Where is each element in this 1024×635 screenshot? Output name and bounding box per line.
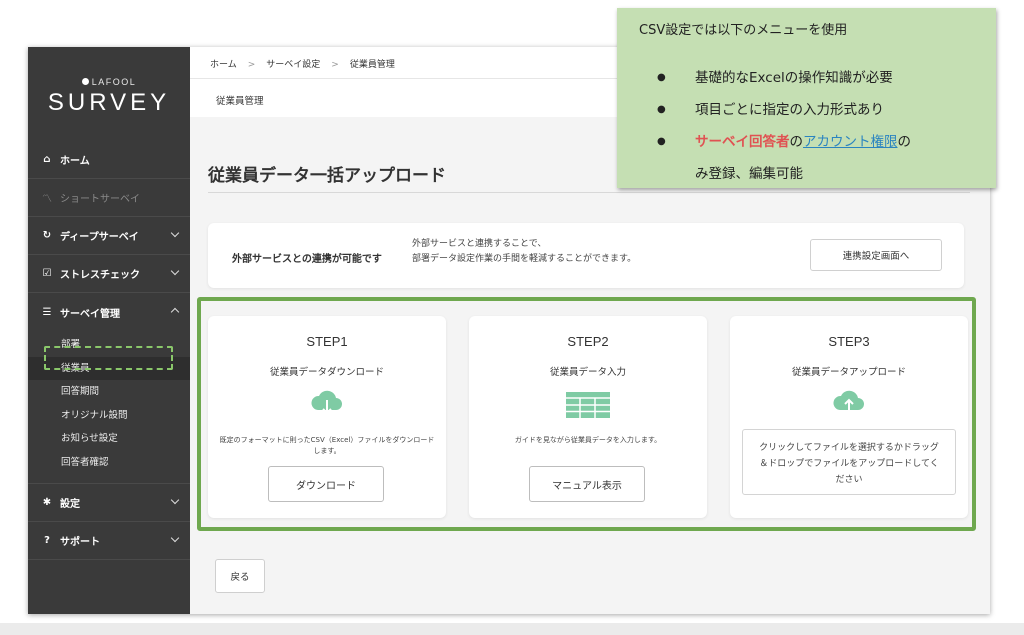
step1-card: STEP1 従業員データダウンロード 既定のフォーマットに則ったCSV（Exce… [208, 316, 446, 518]
home-icon: ⌂ [43, 154, 51, 165]
callout-item: ● 項目ごとに指定の入力形式あり [657, 94, 977, 126]
breadcrumb-home[interactable]: ホーム [210, 60, 237, 70]
bullet-icon: ● [657, 104, 666, 115]
submenu-item-respondent-check[interactable]: 回答者確認 [28, 451, 190, 475]
external-service-desc-line: 外部サービスと連携することで、 [412, 239, 547, 249]
cloud-download-icon [310, 390, 344, 420]
spreadsheet-icon [566, 392, 610, 422]
account-permission-link[interactable]: アカウント権限 [803, 134, 898, 150]
submenu-item-original-questions[interactable]: オリジナル設問 [28, 404, 190, 428]
step2-card: STEP2 従業員データ入力 ガイドを見ながら従業員データを入力します。 マニュ… [469, 316, 707, 518]
sidebar-item-deep-survey[interactable]: ↻ ディープサーベイ [28, 217, 190, 255]
sidebar-item-label: ディープサーベイ [60, 232, 139, 243]
sidebar-item-survey-management[interactable]: ☰ サーベイ管理 [28, 293, 190, 331]
bottom-band [0, 623, 1024, 635]
sidebar-item-settings[interactable]: ✱ 設定 [28, 484, 190, 522]
step2-description: ガイドを見ながら従業員データを入力します。 [514, 436, 662, 444]
external-service-title: 外部サービスとの連携が可能です [232, 254, 382, 265]
question-icon: ? [44, 535, 50, 546]
external-service-description: 外部サービスと連携することで、 部署データ設定作業の手間を軽減することができます… [412, 237, 636, 267]
integration-settings-button[interactable]: 連携設定画面へ [810, 239, 942, 271]
checkbox-icon: ☑ [42, 268, 52, 279]
step1-description: 既定のフォーマットに則ったCSV（Excel）ファイルをダウンロードします。 [219, 436, 435, 455]
external-service-desc-line: 部署データ設定作業の手間を軽減することができます。 [412, 254, 637, 264]
submenu-item-response-period[interactable]: 回答期間 [28, 380, 190, 404]
callout-item-text: の [789, 134, 804, 150]
breadcrumb-separator-icon: > [247, 60, 256, 70]
bullet-icon: ● [657, 136, 666, 147]
callout-highlight-text: サーベイ回答者 [695, 134, 790, 150]
manual-display-button[interactable]: マニュアル表示 [529, 466, 645, 502]
step3-title: STEP3 [828, 334, 870, 349]
callout-item-text: 基礎的なExcelの操作知識が必要 [695, 70, 893, 86]
breadcrumb-survey-settings[interactable]: サーベイ設定 [266, 60, 320, 70]
logo-dot-icon [81, 78, 89, 85]
step2-subtitle: 従業員データ入力 [549, 367, 626, 378]
breadcrumb-separator-icon: > [331, 60, 339, 70]
sidebar-item-support[interactable]: ? サポート [28, 522, 190, 560]
callout-title: CSV設定では以下のメニューを使用 [639, 23, 848, 38]
sliders-icon: ☰ [42, 306, 52, 318]
chevron-down-icon [170, 533, 180, 543]
sidebar-item-label: サポート [60, 537, 100, 548]
bullet-icon: ● [657, 72, 666, 83]
step1-title: STEP1 [306, 334, 348, 349]
step2-title: STEP2 [567, 334, 609, 349]
divider [208, 192, 970, 193]
sidebar-item-label: 設定 [60, 499, 80, 510]
chevron-down-icon [170, 495, 180, 505]
file-drop-zone[interactable]: クリックしてファイルを選択するかドラッグ＆ドロップでファイルをアップロードしてく… [742, 429, 956, 495]
submenu-item-notification-settings[interactable]: お知らせ設定 [28, 427, 190, 451]
chart-icon: 〽 [42, 194, 52, 205]
back-button[interactable]: 戻る [215, 559, 265, 593]
chevron-down-icon [170, 228, 180, 238]
highlight-dashed-box [44, 346, 173, 370]
sidebar-item-label: ストレスチェック [60, 270, 140, 281]
callout-note: CSV設定では以下のメニューを使用 ● 基礎的なExcelの操作知識が必要 ● 項目… [617, 8, 996, 188]
callout-item-text: の [897, 134, 912, 150]
logo-small-text: LAFOOL [91, 77, 137, 87]
breadcrumb-current: 従業員管理 [349, 60, 395, 70]
sidebar: LAFOOL SURVEY ⌂ ホーム 〽 ショートサーベイ ↻ ディープサーベ… [28, 47, 190, 614]
logo[interactable]: LAFOOL SURVEY [28, 77, 190, 117]
callout-list: ● 基礎的なExcelの操作知識が必要 ● 項目ごとに指定の入力形式あり ● サーベイ… [657, 62, 977, 190]
sidebar-item-label: サーベイ管理 [60, 308, 120, 320]
external-service-card: 外部サービスとの連携が可能です 外部サービスと連携することで、 部署データ設定作… [208, 223, 964, 288]
callout-item: ● サーベイ回答者のアカウント権限の み登録、編集可能 [657, 126, 977, 190]
callout-item: ● 基礎的なExcelの操作知識が必要 [657, 62, 977, 94]
cloud-upload-icon [832, 390, 866, 420]
gear-icon: ✱ [42, 497, 52, 508]
refresh-icon: ↻ [42, 230, 52, 241]
sidebar-item-label: ショートサーベイ [60, 194, 140, 205]
step1-subtitle: 従業員データダウンロード [269, 367, 384, 378]
step3-subtitle: 従業員データアップロード [791, 367, 906, 378]
download-button[interactable]: ダウンロード [268, 466, 384, 502]
chevron-down-icon [170, 266, 180, 276]
logo-text: SURVEY [47, 89, 171, 116]
step3-card: STEP3 従業員データアップロード クリックしてファイルを選択するかドラッグ＆… [730, 316, 968, 518]
sidebar-item-label: ホーム [60, 156, 90, 167]
page-title: 従業員データ一括アップロード [208, 166, 446, 186]
chevron-up-icon [170, 307, 180, 317]
sidebar-item-stress-check[interactable]: ☑ ストレスチェック [28, 255, 190, 293]
sidebar-item-short-survey[interactable]: 〽 ショートサーベイ [28, 179, 190, 217]
callout-item-text: み登録、編集可能 [695, 166, 803, 182]
sidebar-item-home[interactable]: ⌂ ホーム [28, 141, 190, 179]
callout-item-text: 項目ごとに指定の入力形式あり [695, 102, 884, 118]
